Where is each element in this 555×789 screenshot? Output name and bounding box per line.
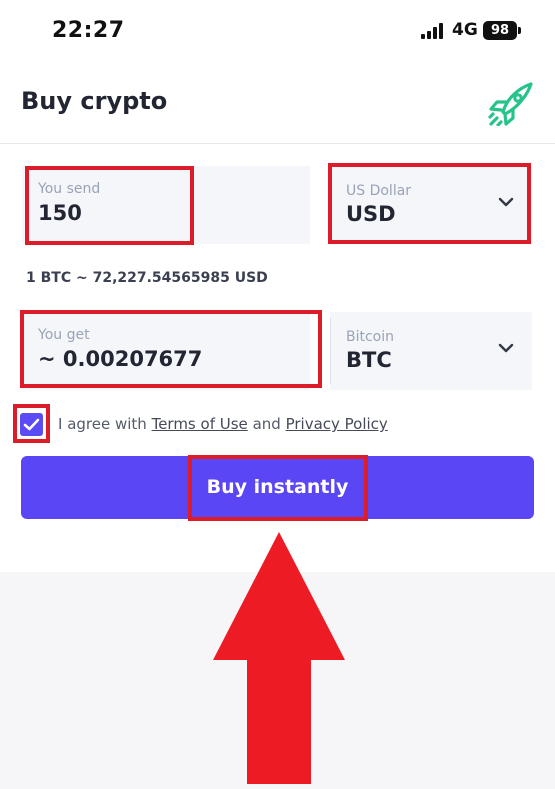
currency-label: US Dollar bbox=[346, 183, 412, 199]
battery-tip bbox=[518, 27, 521, 34]
receive-amount-field: You get ~ 0.00207677 bbox=[22, 312, 310, 390]
rocket-icon bbox=[488, 82, 533, 126]
receive-amount-value: ~ 0.00207677 bbox=[38, 347, 203, 371]
currency-select[interactable]: US Dollar USD bbox=[330, 166, 532, 244]
get-label: You get bbox=[38, 327, 90, 343]
page-title: Buy crypto bbox=[21, 87, 168, 115]
network-type: 4G bbox=[452, 20, 478, 40]
privacy-policy-link[interactable]: Privacy Policy bbox=[286, 415, 388, 433]
terms-of-use-link[interactable]: Terms of Use bbox=[152, 415, 248, 433]
send-label: You send bbox=[38, 181, 101, 197]
battery-icon: 98 bbox=[483, 21, 517, 40]
agreement-prefix: I agree with bbox=[58, 415, 147, 433]
exchange-rate: 1 BTC ~ 72,227.54565985 USD bbox=[26, 270, 268, 286]
arrow-up-icon bbox=[213, 532, 345, 784]
chevron-down-icon bbox=[498, 197, 514, 207]
buy-instantly-button[interactable]: Buy instantly bbox=[21, 456, 534, 519]
send-amount-input[interactable]: 150 bbox=[38, 201, 82, 225]
status-time: 22:27 bbox=[52, 18, 125, 43]
status-bar: 22:27 4G 98 bbox=[0, 0, 555, 62]
checkmark-icon bbox=[23, 418, 40, 431]
agreement-conjunction: and bbox=[252, 415, 281, 433]
currency-value: USD bbox=[346, 202, 396, 226]
agreement-text: I agree with Terms of Use and Privacy Po… bbox=[58, 415, 388, 433]
field-divider bbox=[330, 318, 331, 384]
header: Buy crypto bbox=[0, 62, 555, 144]
coin-value: BTC bbox=[346, 348, 392, 372]
send-amount-field[interactable]: You send 150 bbox=[22, 166, 310, 244]
chevron-down-icon bbox=[498, 343, 514, 353]
signal-icon bbox=[421, 23, 445, 39]
coin-select[interactable]: Bitcoin BTC bbox=[330, 312, 532, 390]
agree-checkbox[interactable] bbox=[20, 413, 43, 436]
coin-label: Bitcoin bbox=[346, 329, 395, 345]
